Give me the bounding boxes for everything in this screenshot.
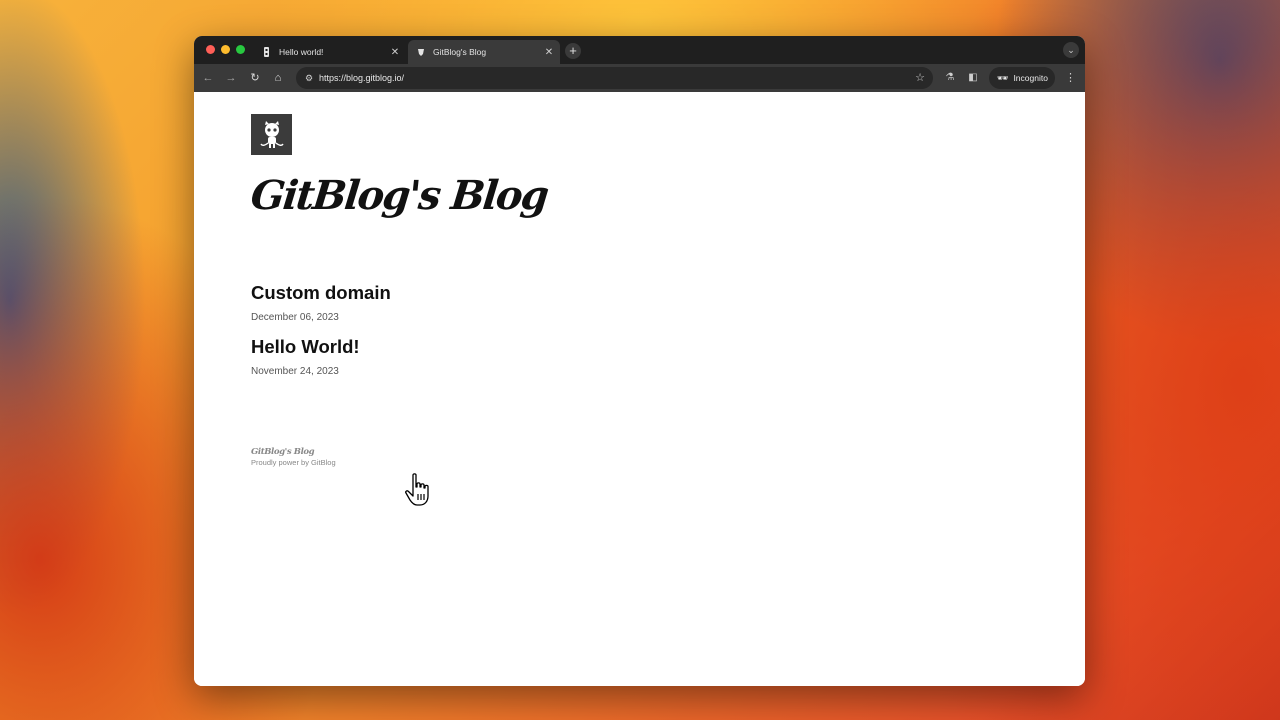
address-url[interactable]: https://blog.gitblog.io/ xyxy=(319,73,404,83)
site-settings-icon[interactable]: ⚙ xyxy=(302,71,316,85)
post-date: November 24, 2023 xyxy=(251,366,339,377)
side-panel-icon[interactable]: ◧ xyxy=(965,70,981,86)
reload-icon[interactable]: ↻ xyxy=(247,70,263,86)
new-tab-button[interactable]: + xyxy=(565,43,581,59)
blog-title[interactable]: GitBlog's Blog xyxy=(249,172,550,219)
window-controls xyxy=(206,45,245,54)
footer-powered-by: Proudly power by GitBlog xyxy=(251,458,336,467)
hand-pointer-cursor-icon xyxy=(404,472,440,508)
incognito-indicator[interactable]: 🕶 Incognito xyxy=(989,67,1055,89)
labs-flask-icon[interactable]: ⚗ xyxy=(942,70,958,86)
footer-blog-name: GitBlog's Blog xyxy=(251,447,315,457)
home-icon[interactable]: ⌂ xyxy=(270,70,286,86)
tab-hello-world[interactable]: Hello world! ✕ xyxy=(254,40,406,64)
address-bar[interactable]: ⚙ https://blog.gitblog.io/ ☆ xyxy=(296,67,933,89)
post-date: December 06, 2023 xyxy=(251,312,339,323)
post-title-hello-world[interactable]: Hello World! xyxy=(251,336,360,358)
close-window-button[interactable] xyxy=(206,45,215,54)
minimize-window-button[interactable] xyxy=(221,45,230,54)
tab-gitblog[interactable]: GitBlog's Blog ✕ xyxy=(408,40,560,64)
post-title-custom-domain[interactable]: Custom domain xyxy=(251,282,391,304)
maximize-window-button[interactable] xyxy=(236,45,245,54)
bookmark-star-icon[interactable]: ☆ xyxy=(915,71,925,85)
incognito-icon: 🕶 xyxy=(997,72,1009,83)
tab-search-chevron-icon[interactable]: ⌄ xyxy=(1063,42,1079,58)
browser-menu-icon[interactable]: ⋮ xyxy=(1065,70,1076,86)
tab-close-icon[interactable]: ✕ xyxy=(542,47,556,58)
tab-bar: Hello world! ✕ GitBlog's Blog ✕ + ⌄ xyxy=(194,36,1085,64)
page-content: GitBlog's Blog Custom domain December 06… xyxy=(194,92,1085,686)
browser-window: Hello world! ✕ GitBlog's Blog ✕ + ⌄ ← → … xyxy=(194,36,1085,686)
octocat-logo-icon[interactable] xyxy=(251,114,292,155)
browser-toolbar: ← → ↻ ⌂ ⚙ https://blog.gitblog.io/ ☆ ⚗ ◧… xyxy=(194,64,1085,92)
tab-title: GitBlog's Blog xyxy=(433,47,487,57)
gitblog-favicon-icon xyxy=(416,47,426,57)
tab-favicon-icon xyxy=(262,47,272,57)
back-arrow-icon[interactable]: ← xyxy=(200,70,216,86)
incognito-label: Incognito xyxy=(1013,73,1048,83)
forward-arrow-icon[interactable]: → xyxy=(223,70,239,86)
tab-close-icon[interactable]: ✕ xyxy=(388,47,402,58)
tab-title: Hello world! xyxy=(279,47,324,57)
